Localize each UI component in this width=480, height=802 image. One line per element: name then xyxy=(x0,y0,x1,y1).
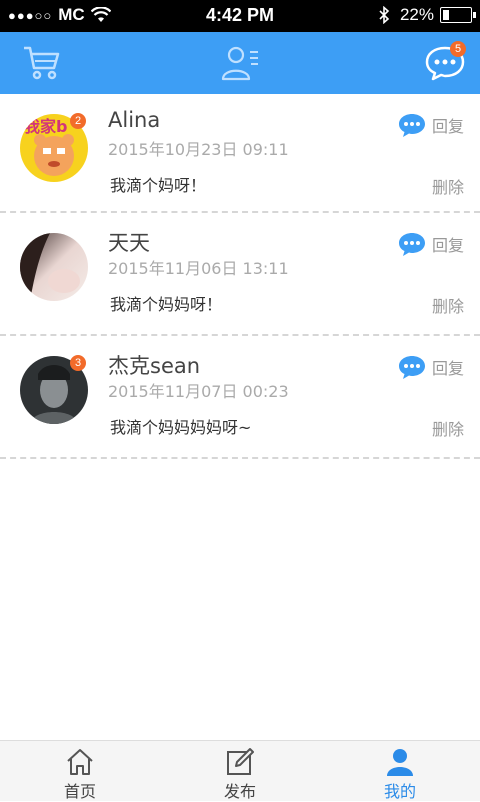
edit-icon xyxy=(227,748,254,775)
message-time: 2015年11月07日 00:23 xyxy=(108,382,289,401)
bluetooth-icon xyxy=(379,6,390,24)
message-time: 2015年11月06日 13:11 xyxy=(108,259,289,278)
unread-badge: 3 xyxy=(70,355,86,371)
battery-icon xyxy=(440,7,476,23)
delete-button[interactable]: 删除 xyxy=(432,416,464,440)
contact-icon[interactable] xyxy=(220,44,260,82)
top-tab-bar: 5 xyxy=(0,32,480,94)
chat-badge: 5 xyxy=(450,41,466,57)
message-time: 2015年10月23日 09:11 xyxy=(108,140,289,159)
list-item[interactable]: 我家b 2 Alina 2015年10月23日 09:11 我滴个妈呀！ 回复 … xyxy=(0,94,480,213)
battery-percent: 22% xyxy=(399,5,434,24)
status-right: 22% xyxy=(378,5,476,25)
nav-mine-label: 我的 xyxy=(383,782,416,801)
message-list: 我家b 2 Alina 2015年10月23日 09:11 我滴个妈呀！ 回复 … xyxy=(0,94,480,459)
unread-badge: 2 xyxy=(70,113,86,129)
cart-icon[interactable] xyxy=(22,44,62,82)
sender-name: 天天 xyxy=(108,231,150,255)
battery-fill xyxy=(443,10,449,20)
sender-name: Alina xyxy=(108,108,161,132)
delete-button[interactable]: 删除 xyxy=(432,174,464,198)
list-item[interactable]: 3 杰克sean 2015年11月07日 00:23 我滴个妈妈妈妈呀~ 回复 … xyxy=(0,336,480,459)
reply-label: 回复 xyxy=(431,117,464,136)
reply-label: 回复 xyxy=(431,359,464,378)
reply-bubble-icon xyxy=(398,114,425,137)
bottom-nav: 首页 发布 我的 xyxy=(0,740,480,801)
nav-home-label: 首页 xyxy=(63,782,96,801)
avatar[interactable] xyxy=(20,233,88,301)
svg-text:我家b: 我家b xyxy=(24,117,67,136)
list-item[interactable]: 天天 2015年11月06日 13:11 我滴个妈妈呀！ 回复 删除 xyxy=(0,213,480,336)
message-text: 我滴个妈妈妈妈呀~ xyxy=(110,418,252,437)
message-text: 我滴个妈呀！ xyxy=(110,176,207,195)
message-text: 我滴个妈妈呀！ xyxy=(110,295,223,314)
reply-button[interactable]: 回复 xyxy=(398,231,464,257)
reply-bubble-icon xyxy=(398,356,425,379)
home-icon xyxy=(67,749,93,775)
sender-name: 杰克sean xyxy=(108,354,201,378)
nav-publish[interactable]: 发布 xyxy=(160,741,320,801)
status-bar: ●●●○○ MC 4:42 PM 22% xyxy=(0,0,480,32)
reply-label: 回复 xyxy=(431,236,464,255)
reply-button[interactable]: 回复 xyxy=(398,354,464,380)
reply-button[interactable]: 回复 xyxy=(398,112,464,138)
user-icon xyxy=(387,749,413,776)
delete-button[interactable]: 删除 xyxy=(432,293,464,317)
reply-bubble-icon xyxy=(398,233,425,256)
nav-mine[interactable]: 我的 xyxy=(320,741,480,801)
nav-publish-label: 发布 xyxy=(223,782,256,801)
nav-home[interactable]: 首页 xyxy=(0,741,160,801)
